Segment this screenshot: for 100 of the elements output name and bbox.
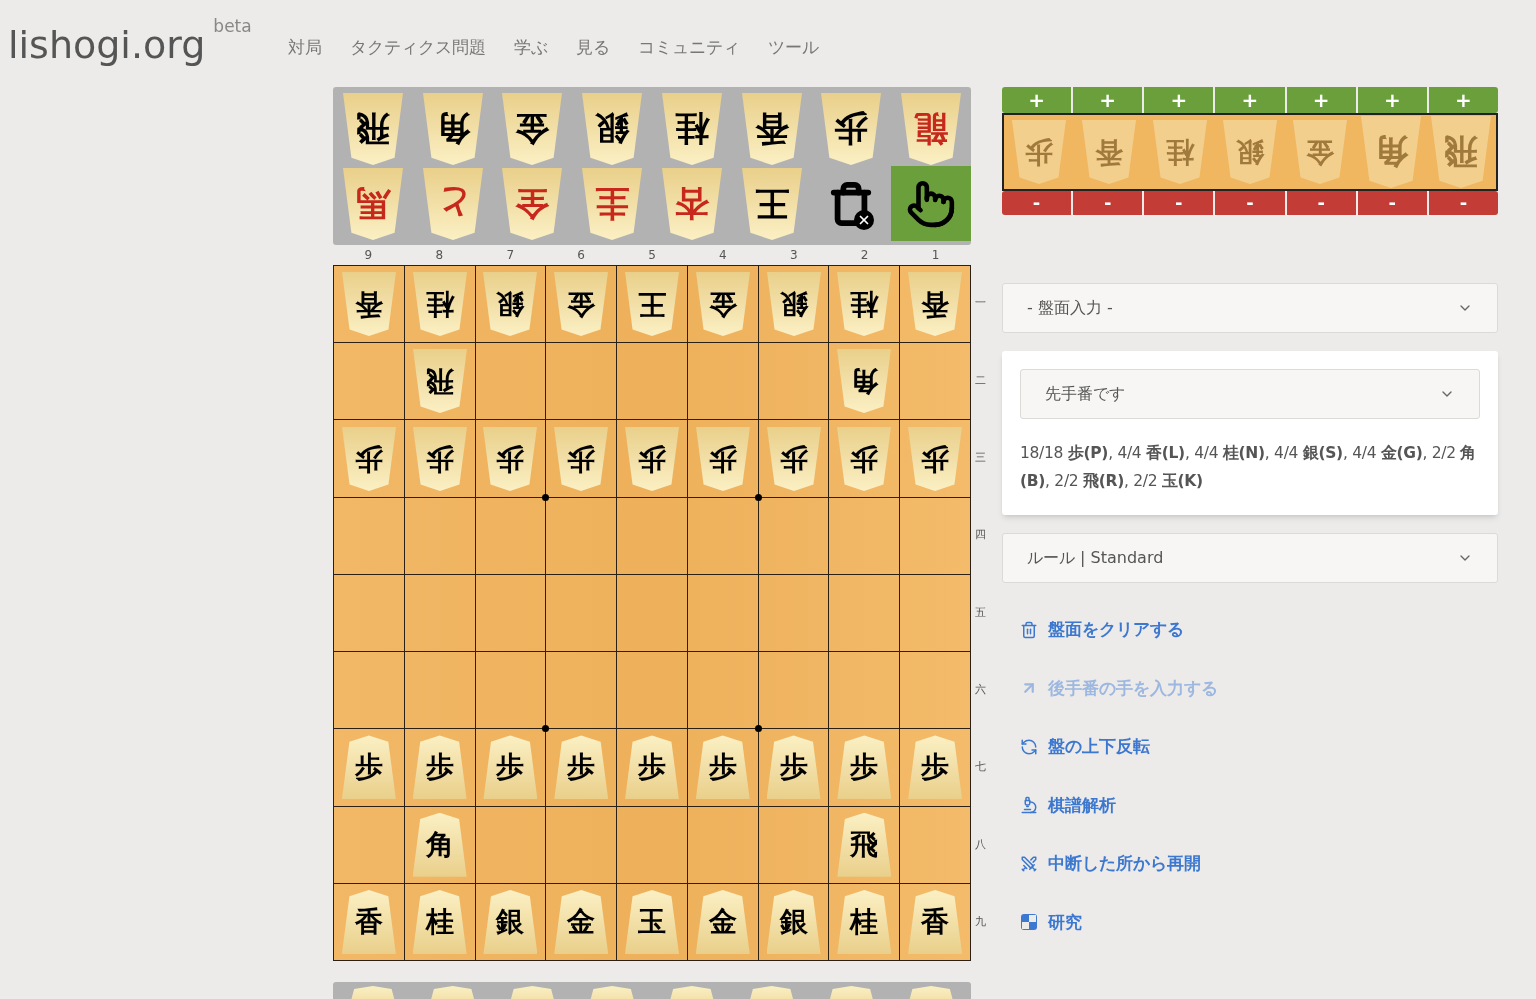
palette-slot[interactable]: 飛 [333,91,413,166]
microscope-icon [1020,796,1038,815]
shogi-piece[interactable]: 金 [695,272,750,337]
star-point [754,493,762,501]
shogi-piece[interactable]: 香 [908,889,963,954]
shogi-piece[interactable]: 歩 [554,426,609,491]
shogi-piece[interactable]: 歩 [821,92,882,165]
remove-piece-button[interactable]: - [1357,191,1427,215]
shogi-piece[interactable]: 馬 [342,167,403,240]
shogi-piece[interactable]: 歩 [554,735,609,800]
remove-piece-button[interactable]: - [1073,191,1143,215]
shogi-piece[interactable]: 銀 [766,889,821,954]
selected-tool[interactable] [891,166,971,241]
palette-slot[interactable]: 桂 [652,91,732,166]
shogi-piece[interactable]: 金 [554,272,609,337]
action-link[interactable]: 盤面をクリアする [1020,617,1498,643]
shogi-piece[interactable]: 歩 [695,735,750,800]
shogi-piece[interactable]: 香 [341,889,396,954]
file-number: 9 [363,249,374,264]
nav-link[interactable]: ツール [767,34,819,60]
file-number: 6 [576,249,586,264]
shogi-piece[interactable]: 香 [741,92,802,165]
remove-piece-button[interactable]: - [1428,191,1498,215]
shogi-piece[interactable]: 歩 [625,426,679,491]
position-select[interactable]: - 盤面入力 - [1002,283,1498,333]
rules-select[interactable]: ルール | Standard [1002,533,1498,583]
palette-slot[interactable]: 馬 [333,166,413,241]
shogi-piece[interactable]: 圭 [582,167,643,240]
shogi-piece[interactable]: 歩 [412,426,467,491]
palette-slot[interactable]: 圭 [572,166,652,241]
shogi-piece[interactable]: 歩 [625,735,679,800]
action-link[interactable]: 棋譜解析 [1020,792,1498,818]
shogi-piece[interactable]: 銀 [483,272,538,337]
shogi-piece[interactable]: 歩 [412,735,467,800]
shogi-piece[interactable]: 飛 [837,812,892,877]
palette-slot[interactable]: 角 [412,91,493,166]
beta-label: beta [213,15,252,38]
swords-icon [1020,854,1038,873]
palette-slot[interactable]: 杏 [652,166,732,241]
remove-piece-button[interactable]: - [1144,191,1214,215]
nav-link[interactable]: 学ぶ [513,34,548,60]
shogi-piece[interactable]: 飛 [342,92,403,165]
palette-slot[interactable]: 王 [731,166,812,241]
nav-link[interactable]: 見る [575,34,610,60]
shogi-piece[interactable]: 香 [908,272,963,337]
shogi-piece[interactable]: 角 [837,349,892,414]
shogi-piece[interactable]: 香 [341,272,396,337]
nav-link[interactable]: 対局 [287,34,322,60]
shogi-piece[interactable]: 金 [695,889,750,954]
rank-number: 五 [974,604,986,621]
remove-piece-button[interactable]: - [1286,191,1356,215]
rank-number: 六 [974,682,986,699]
shogi-piece[interactable]: 王 [741,167,802,240]
shogi-piece[interactable]: 歩 [341,426,396,491]
shogi-piece[interactable]: 桂 [412,272,467,337]
remove-piece-button[interactable]: - [1002,191,1072,215]
palette-slot[interactable]: 銀 [572,91,652,166]
site-logo[interactable]: lishogi.org [8,26,206,64]
palette-slot[interactable]: 香 [731,91,812,166]
shogi-piece[interactable]: 歩 [766,426,821,491]
shogi-piece[interactable]: 金 [502,92,563,165]
shogi-piece[interactable]: 歩 [908,426,963,491]
shogi-piece[interactable]: 杏 [661,167,722,240]
shogi-piece[interactable]: 桂 [412,889,467,954]
shogi-piece[interactable]: 銀 [766,272,821,337]
palette-slot[interactable]: 金 [492,91,573,166]
nav-link[interactable]: コミュニティ [637,34,740,60]
palette-slot[interactable]: 歩 [811,91,892,166]
shogi-piece[interactable]: 全 [502,167,563,240]
shogi-piece[interactable]: 銀 [483,889,538,954]
shogi-piece[interactable]: 金 [554,889,609,954]
shogi-piece[interactable]: 歩 [837,735,892,800]
turn-select[interactable]: 先手番です [1020,369,1480,419]
shogi-piece[interactable]: 歩 [695,426,750,491]
remove-piece-button[interactable]: - [1215,191,1285,215]
action-link[interactable]: 中断した所から再開 [1020,851,1498,877]
shogi-piece[interactable]: 桂 [837,272,892,337]
palette-slot[interactable]: 全 [492,166,573,241]
shogi-piece[interactable]: 角 [422,92,483,165]
action-link[interactable]: 盤の上下反転 [1020,734,1498,760]
shogi-piece[interactable]: 桂 [661,92,722,165]
shogi-piece[interactable]: 歩 [483,735,538,800]
shogi-piece[interactable]: 歩 [341,735,396,800]
shogi-piece[interactable]: 玉 [625,889,679,954]
shogi-piece[interactable]: 歩 [908,735,963,800]
shogi-piece[interactable]: 歩 [483,426,538,491]
shogi-piece[interactable]: 飛 [412,349,467,414]
shogi-piece[interactable]: 桂 [837,889,892,954]
shogi-piece[interactable]: 銀 [582,92,643,165]
shogi-piece[interactable]: 龍 [901,92,962,165]
action-link[interactable]: 研究 [1020,909,1498,935]
shogi-piece[interactable]: 歩 [766,735,821,800]
nav-link[interactable]: タクティクス問題 [349,34,486,60]
shogi-piece[interactable]: 歩 [837,426,892,491]
shogi-piece[interactable]: と [422,167,483,240]
palette-slot[interactable]: 龍 [891,91,971,166]
rank-number: 七 [974,759,986,776]
shogi-piece[interactable]: 角 [412,812,467,877]
shogi-piece[interactable]: 王 [625,272,679,337]
palette-slot[interactable]: と [412,166,493,241]
